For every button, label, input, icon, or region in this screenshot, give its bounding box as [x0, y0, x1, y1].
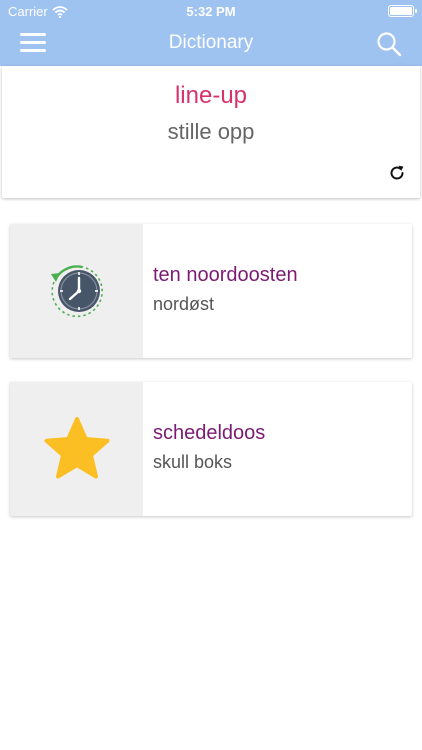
favorite-meaning: skull boks — [153, 452, 233, 472]
battery-icon — [388, 5, 417, 17]
history-clock-icon — [50, 265, 103, 318]
history-term: ten noordoosten — [153, 264, 298, 286]
word-of-the-day-card[interactable]: line-up stille opp — [2, 66, 420, 198]
favorite-card[interactable]: schedeldoos skull boks — [10, 382, 412, 516]
refresh-icon[interactable] — [388, 164, 406, 182]
star-icon — [44, 417, 109, 479]
favorite-icon-box — [10, 382, 143, 516]
status-time: 5:32 PM — [186, 4, 236, 19]
history-icon-box — [10, 224, 143, 358]
search-icon[interactable] — [376, 31, 402, 57]
featured-word: line-up — [174, 82, 248, 109]
page-title: Dictionary — [168, 32, 254, 53]
featured-translation: stille opp — [167, 119, 255, 144]
app-header: Carrier 5:32 PM Dictionary — [0, 0, 422, 66]
history-card[interactable]: ten noordoosten nordøst — [10, 224, 412, 358]
navigation-bar: Dictionary — [0, 22, 422, 66]
history-meaning: nordøst — [153, 294, 215, 314]
favorite-term: schedeldoos — [153, 422, 266, 444]
status-bar: Carrier 5:32 PM — [0, 0, 422, 22]
